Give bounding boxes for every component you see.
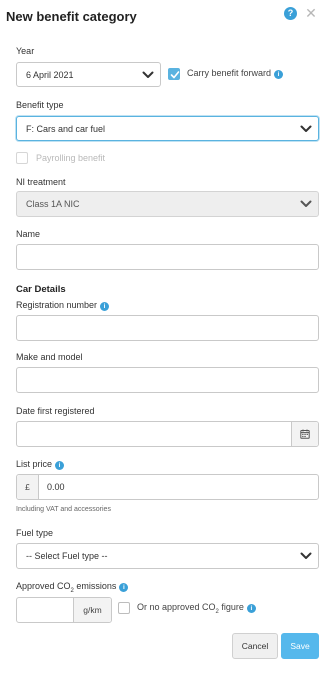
calendar-icon [300, 429, 310, 439]
ni-treatment-label: NI treatment [16, 177, 66, 187]
co2-input[interactable]: g/km [16, 597, 112, 623]
year-label: Year [16, 46, 35, 56]
fuel-type-label: Fuel type [16, 528, 54, 538]
info-icon[interactable]: i [119, 583, 129, 592]
name-input[interactable] [16, 244, 319, 270]
dialog-title: New benefit category [6, 9, 137, 24]
year-value: 6 April 2021 [26, 69, 74, 80]
list-price-label-text: List price [16, 459, 53, 469]
payrolling-label: Payrolling benefit [36, 153, 106, 163]
info-icon[interactable]: i [246, 604, 256, 613]
fuel-type-select[interactable]: -- Select Fuel type -- [16, 543, 319, 569]
make-model-input[interactable] [16, 367, 319, 393]
benefit-type-select[interactable]: F: Cars and car fuel [16, 116, 319, 141]
list-price-note: Including VAT and accessories [16, 506, 111, 513]
name-label: Name [16, 229, 41, 239]
benefit-type-label: Benefit type [16, 100, 64, 110]
info-icon[interactable]: i [100, 302, 110, 311]
currency-addon: £ [17, 475, 39, 499]
calendar-button[interactable] [291, 422, 318, 446]
no-co2-prefix: Or no approved CO [137, 602, 216, 612]
year-select[interactable]: 6 April 2021 [16, 62, 161, 87]
co2-label-prefix: Approved CO [16, 581, 71, 591]
ni-treatment-select[interactable]: Class 1A NIC [16, 191, 319, 217]
chevron-down-icon [142, 71, 154, 78]
registration-label-text: Registration number [16, 300, 98, 310]
info-icon[interactable]: i [274, 70, 284, 79]
benefit-type-value: F: Cars and car fuel [26, 123, 106, 134]
cancel-button[interactable]: Cancel [232, 633, 278, 659]
date-registered-input[interactable] [16, 421, 319, 447]
dialog-header: New benefit category ? ✕ [0, 0, 326, 34]
no-co2-figure-label: Or no approved CO2 figure i [137, 602, 256, 615]
help-icon[interactable]: ? [284, 7, 297, 20]
no-co2-suffix: figure [218, 602, 244, 612]
chevron-down-icon [300, 552, 312, 559]
registration-input[interactable] [16, 315, 319, 341]
save-button[interactable]: Save [281, 633, 319, 659]
car-details-heading: Car Details [16, 284, 66, 295]
payrolling-checkbox[interactable] [16, 152, 28, 164]
carry-forward-text: Carry benefit forward [187, 68, 272, 78]
ni-treatment-value: Class 1A NIC [26, 199, 80, 209]
no-co2-figure-checkbox[interactable] [118, 602, 130, 614]
co2-label-suffix: emissions [73, 581, 117, 591]
close-icon[interactable]: ✕ [304, 5, 318, 21]
list-price-label: List price i [16, 459, 65, 470]
co2-label: Approved CO2 emissions i [16, 581, 129, 594]
date-registered-label: Date first registered [16, 406, 95, 416]
make-model-label: Make and model [16, 352, 83, 362]
chevron-down-icon [300, 200, 312, 207]
info-icon[interactable]: i [55, 461, 65, 470]
fuel-type-value: -- Select Fuel type -- [26, 551, 108, 561]
check-icon [170, 71, 180, 79]
carry-forward-checkbox[interactable] [168, 68, 180, 80]
chevron-down-icon [300, 125, 312, 132]
registration-label: Registration number i [16, 300, 110, 311]
co2-unit-addon: g/km [73, 598, 111, 622]
carry-forward-label: Carry benefit forward i [187, 68, 284, 79]
list-price-input[interactable]: £ 0.00 [16, 474, 319, 500]
list-price-value: 0.00 [47, 482, 65, 492]
